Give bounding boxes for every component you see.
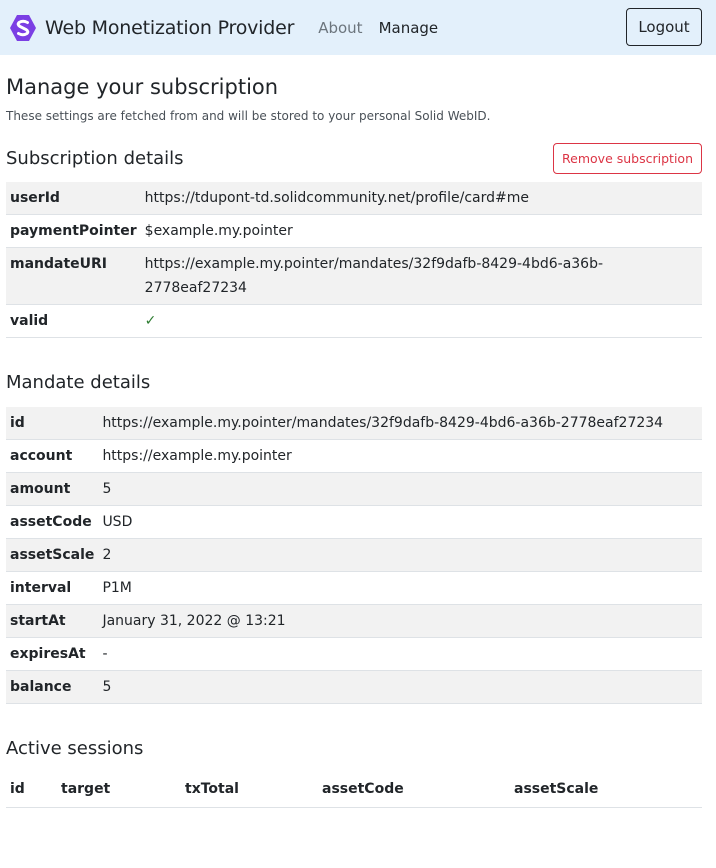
- row-key: paymentPointer: [10, 223, 137, 239]
- row-key: userId: [10, 190, 60, 206]
- column-header-assetcode: assetCode: [322, 781, 404, 797]
- column-header-id: id: [10, 781, 25, 797]
- row-key: assetScale: [10, 547, 95, 563]
- nav-link-about[interactable]: About: [318, 19, 362, 37]
- row-key: expiresAt: [10, 646, 86, 662]
- table-row: amount 5: [6, 472, 702, 506]
- row-value: https://example.my.pointer/mandates/32f9…: [102, 415, 664, 431]
- subscription-header: Subscription details Remove subscription: [6, 143, 702, 174]
- row-key: interval: [10, 580, 72, 596]
- subscription-table: userId https://tdupont-td.solidcommunity…: [6, 182, 702, 338]
- row-value: 5: [102, 679, 112, 695]
- page-title: Manage your subscription: [6, 75, 279, 99]
- row-key: startAt: [10, 613, 66, 629]
- main-content: Manage your subscription These settings …: [0, 74, 716, 808]
- solid-logo-icon[interactable]: [9, 14, 37, 42]
- mandate-heading: Mandate details: [6, 372, 151, 393]
- valid-check-icon: ✓: [144, 313, 157, 329]
- table-row: userId https://tdupont-td.solidcommunity…: [6, 182, 702, 215]
- row-value: USD: [102, 514, 133, 530]
- row-value: -: [102, 646, 108, 662]
- row-key: valid: [10, 313, 49, 329]
- row-value: https://tdupont-td.solidcommunity.net/pr…: [144, 190, 529, 206]
- row-key: mandateURI: [10, 256, 108, 272]
- navbar: Web Monetization Provider About Manage L…: [0, 0, 716, 55]
- mandate-table: id https://example.my.pointer/mandates/3…: [6, 407, 702, 704]
- column-header-assetscale: assetScale: [514, 781, 599, 797]
- row-value: 5: [102, 481, 112, 497]
- column-header-txtotal: txTotal: [185, 781, 239, 797]
- table-row: mandateURI https://example.my.pointer/ma…: [6, 247, 702, 305]
- table-row: account https://example.my.pointer: [6, 440, 702, 473]
- row-value: https://example.my.pointer/mandates/32f9…: [144, 256, 604, 296]
- row-value: P1M: [102, 580, 132, 596]
- logout-button[interactable]: Logout: [626, 8, 702, 46]
- table-row: expiresAt -: [6, 638, 702, 671]
- row-key: balance: [10, 679, 72, 695]
- row-key: id: [10, 415, 25, 431]
- table-row: assetCode USD: [6, 506, 702, 539]
- table-row: id https://example.my.pointer/mandates/3…: [6, 407, 702, 440]
- table-row: startAt January 31, 2022 @ 13:21: [6, 604, 702, 638]
- row-key: amount: [10, 481, 71, 497]
- brand-title[interactable]: Web Monetization Provider: [45, 17, 294, 39]
- table-row: interval P1M: [6, 572, 702, 605]
- remove-subscription-button[interactable]: Remove subscription: [553, 143, 702, 174]
- row-value: $example.my.pointer: [144, 223, 293, 239]
- subscription-heading: Subscription details: [6, 147, 184, 169]
- nav-link-manage[interactable]: Manage: [379, 19, 439, 37]
- row-value: 2: [102, 547, 112, 563]
- row-key: account: [10, 448, 73, 464]
- page-subtitle: These settings are fetched from and will…: [6, 109, 491, 123]
- table-row: balance 5: [6, 670, 702, 704]
- table-row: paymentPointer $example.my.pointer: [6, 215, 702, 248]
- row-value: January 31, 2022 @ 13:21: [102, 613, 286, 629]
- sessions-heading: Active sessions: [6, 738, 144, 759]
- table-row: valid ✓: [6, 305, 702, 338]
- sessions-table: id target txTotal assetCode assetScale: [6, 773, 702, 808]
- row-key: assetCode: [10, 514, 92, 530]
- column-header-target: target: [61, 781, 111, 797]
- table-row: assetScale 2: [6, 538, 702, 572]
- row-value: https://example.my.pointer: [102, 448, 292, 464]
- table-header-row: id target txTotal assetCode assetScale: [6, 773, 702, 808]
